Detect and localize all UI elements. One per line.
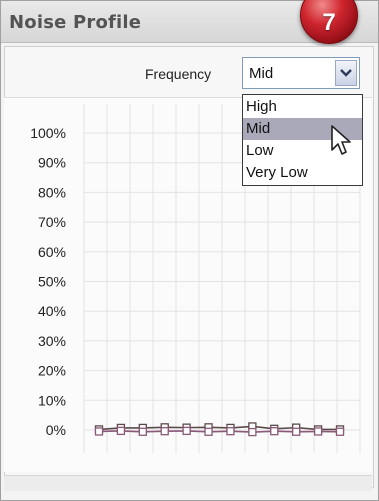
y-tick-label: 20% (38, 363, 66, 379)
data-point-marker (94, 427, 104, 436)
y-tick-label: 40% (38, 303, 66, 319)
y-tick-label: 90% (38, 155, 66, 171)
chevron-down-icon[interactable] (335, 60, 357, 86)
y-tick-label: 100% (30, 125, 66, 141)
y-tick-label: 50% (38, 274, 66, 290)
frequency-select-value: Mid (249, 65, 274, 82)
data-point-marker (138, 427, 147, 436)
chevron-down-glyph (340, 69, 352, 77)
y-tick-label: 70% (38, 214, 66, 230)
y-tick-label: 0% (46, 422, 66, 438)
data-point-marker (335, 427, 345, 436)
data-point-marker (116, 426, 126, 436)
data-point-marker (270, 427, 279, 436)
panel-bottom-strip (4, 475, 372, 491)
data-point-marker (160, 427, 169, 436)
y-tick-label: 60% (38, 244, 66, 260)
series-line (98, 430, 341, 433)
data-point-marker (204, 427, 213, 436)
frequency-label: Frequency (145, 66, 212, 82)
step-number: 7 (322, 9, 336, 36)
y-tick-label: 30% (38, 333, 66, 349)
mouse-pointer-icon (331, 125, 351, 155)
data-point-marker (248, 427, 257, 437)
data-point-marker (313, 427, 323, 436)
frequency-select[interactable]: Mid (242, 57, 360, 89)
data-point-marker (226, 427, 235, 436)
series-line (98, 425, 340, 431)
data-point-marker (292, 427, 301, 436)
dropdown-option-very-low[interactable]: Very Low (243, 162, 362, 184)
y-tick-label: 10% (38, 392, 66, 408)
panel-title: Noise Profile (9, 12, 142, 33)
y-tick-label: 80% (38, 184, 66, 200)
data-point-marker (182, 426, 191, 436)
dropdown-option-high[interactable]: High (243, 96, 362, 118)
